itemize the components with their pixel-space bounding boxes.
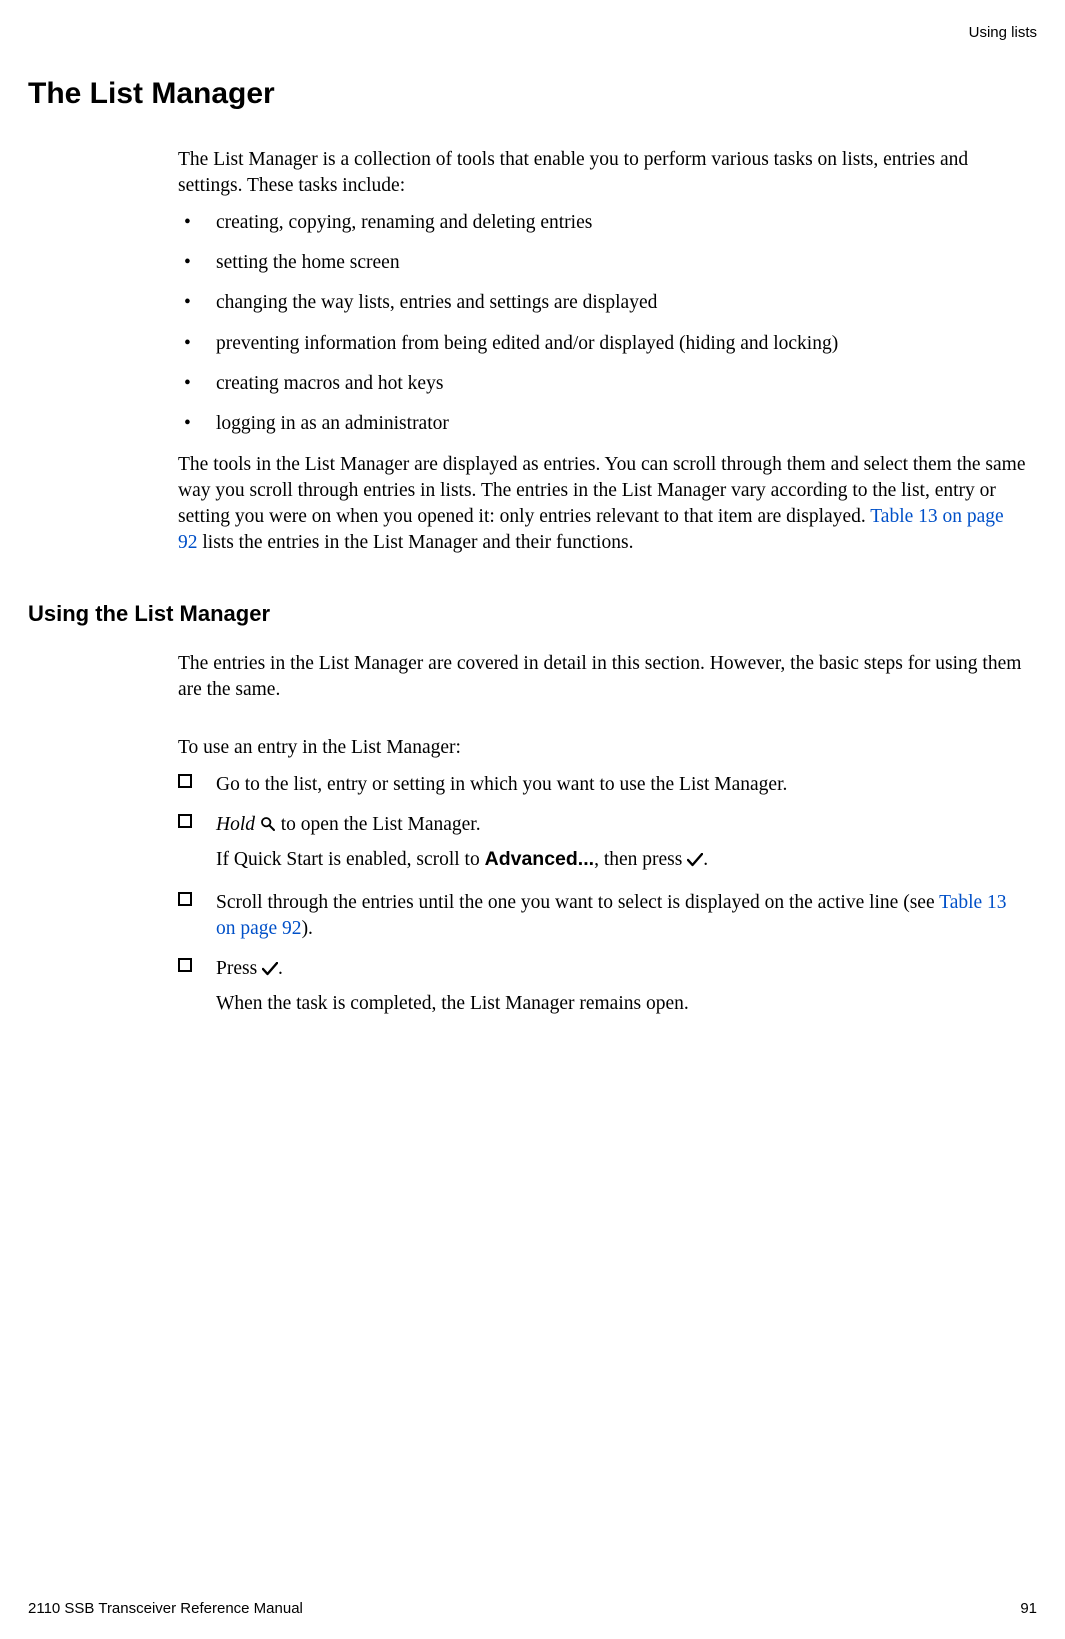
check-icon bbox=[687, 849, 703, 875]
running-head: Using lists bbox=[28, 24, 1037, 41]
page-number: 91 bbox=[1020, 1600, 1037, 1617]
step-note: If Quick Start is enabled, scroll to Adv… bbox=[216, 846, 1028, 875]
procedure-lead: To use an entry in the List Manager: bbox=[178, 735, 1028, 761]
note-text: , then press bbox=[594, 849, 687, 870]
checkbox-icon bbox=[178, 814, 192, 828]
check-icon bbox=[262, 958, 278, 984]
bullet-item: creating macros and hot keys bbox=[178, 371, 1028, 397]
note-text: If Quick Start is enabled, scroll to bbox=[216, 849, 485, 870]
step-text: ). bbox=[302, 918, 313, 939]
checkbox-icon bbox=[178, 774, 192, 788]
step-text: . bbox=[278, 958, 283, 979]
hold-label: Hold bbox=[216, 814, 255, 835]
intro-paragraph: The List Manager is a collection of tool… bbox=[178, 147, 1028, 200]
page-footer: 2110 SSB Transceiver Reference Manual 91 bbox=[28, 1600, 1037, 1617]
step-text: Press bbox=[216, 958, 262, 979]
page: Using lists The List Manager The List Ma… bbox=[0, 0, 1065, 1639]
bullet-item: logging in as an administrator bbox=[178, 411, 1028, 437]
note-text: . bbox=[703, 849, 708, 870]
step-item: Go to the list, entry or setting in whic… bbox=[178, 772, 1028, 798]
advanced-label: Advanced... bbox=[485, 848, 594, 870]
step-text: Scroll through the entries until the one… bbox=[216, 892, 939, 913]
step-item: Hold to open the List Manager. If Quick … bbox=[178, 812, 1028, 876]
section-title: The List Manager bbox=[28, 77, 1037, 111]
checkbox-icon bbox=[178, 892, 192, 906]
checkbox-icon bbox=[178, 958, 192, 972]
manual-title: 2110 SSB Transceiver Reference Manual bbox=[28, 1600, 303, 1617]
step-text: Go to the list, entry or setting in whic… bbox=[216, 774, 787, 795]
bullet-item: changing the way lists, entries and sett… bbox=[178, 290, 1028, 316]
subsection-body: The entries in the List Manager are cove… bbox=[178, 651, 1028, 1017]
task-bullet-list: creating, copying, renaming and deleting… bbox=[178, 210, 1028, 438]
subsection-title: Using the List Manager bbox=[28, 601, 1037, 627]
step-text: to open the List Manager. bbox=[276, 814, 481, 835]
explanation-paragraph: The tools in the List Manager are displa… bbox=[178, 452, 1028, 557]
bullet-item: setting the home screen bbox=[178, 250, 1028, 276]
step-item: Scroll through the entries until the one… bbox=[178, 890, 1028, 943]
section-body: The List Manager is a collection of tool… bbox=[178, 147, 1028, 557]
bullet-item: preventing information from being edited… bbox=[178, 331, 1028, 357]
step-note: When the task is completed, the List Man… bbox=[216, 991, 1028, 1017]
subsection-intro: The entries in the List Manager are cove… bbox=[178, 651, 1028, 704]
para-text: lists the entries in the List Manager an… bbox=[198, 532, 634, 553]
step-item: Press . When the task is completed, the … bbox=[178, 956, 1028, 1017]
magnifier-icon bbox=[260, 814, 276, 840]
bullet-item: creating, copying, renaming and deleting… bbox=[178, 210, 1028, 236]
procedure-steps: Go to the list, entry or setting in whic… bbox=[178, 772, 1028, 1017]
